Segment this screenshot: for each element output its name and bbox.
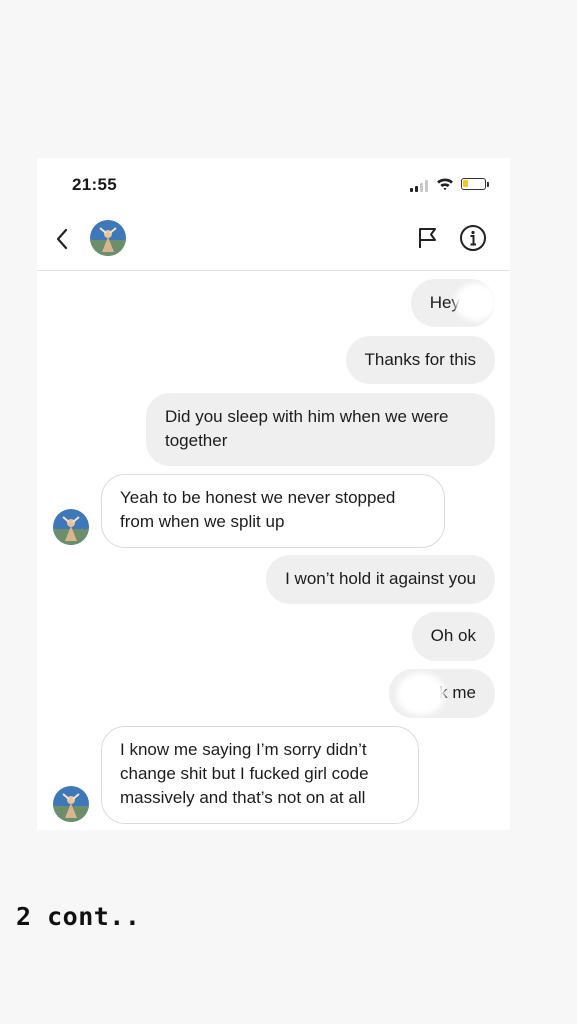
sender-avatar[interactable]	[53, 786, 89, 822]
signal-icon	[410, 180, 432, 192]
back-chevron-icon[interactable]	[51, 226, 75, 252]
phone-screenshot: 21:55 Hey E Thanks for this Did you slee…	[37, 158, 510, 830]
message-bubble-sent[interactable]: Oh ok	[411, 612, 495, 661]
avatar[interactable]	[90, 220, 126, 256]
info-icon[interactable]	[459, 224, 487, 252]
battery-icon	[461, 178, 486, 190]
story-caption: 2 cont..	[16, 902, 141, 931]
sender-avatar[interactable]	[53, 509, 89, 545]
battery-nub	[487, 182, 489, 187]
redaction-smudge	[397, 673, 445, 715]
redacted-username	[137, 228, 277, 242]
conversation-header	[37, 210, 510, 271]
redaction-smudge	[455, 283, 497, 321]
flag-icon[interactable]	[417, 226, 439, 250]
status-bar: 21:55	[37, 158, 510, 210]
message-thread: Hey E Thanks for this Did you sleep with…	[37, 271, 510, 830]
wifi-icon	[437, 178, 453, 191]
message-bubble-received[interactable]: I know me saying I’m sorry didn’t change…	[101, 726, 419, 824]
message-bubble-sent[interactable]: I won’t hold it against you	[266, 555, 495, 604]
message-bubble-sent[interactable]: Thanks for this	[345, 336, 495, 384]
message-bubble-received[interactable]: Yeah to be honest we never stopped from …	[101, 474, 445, 548]
status-time: 21:55	[72, 175, 117, 194]
message-bubble-sent[interactable]: Did you sleep with him when we were toge…	[146, 393, 495, 466]
